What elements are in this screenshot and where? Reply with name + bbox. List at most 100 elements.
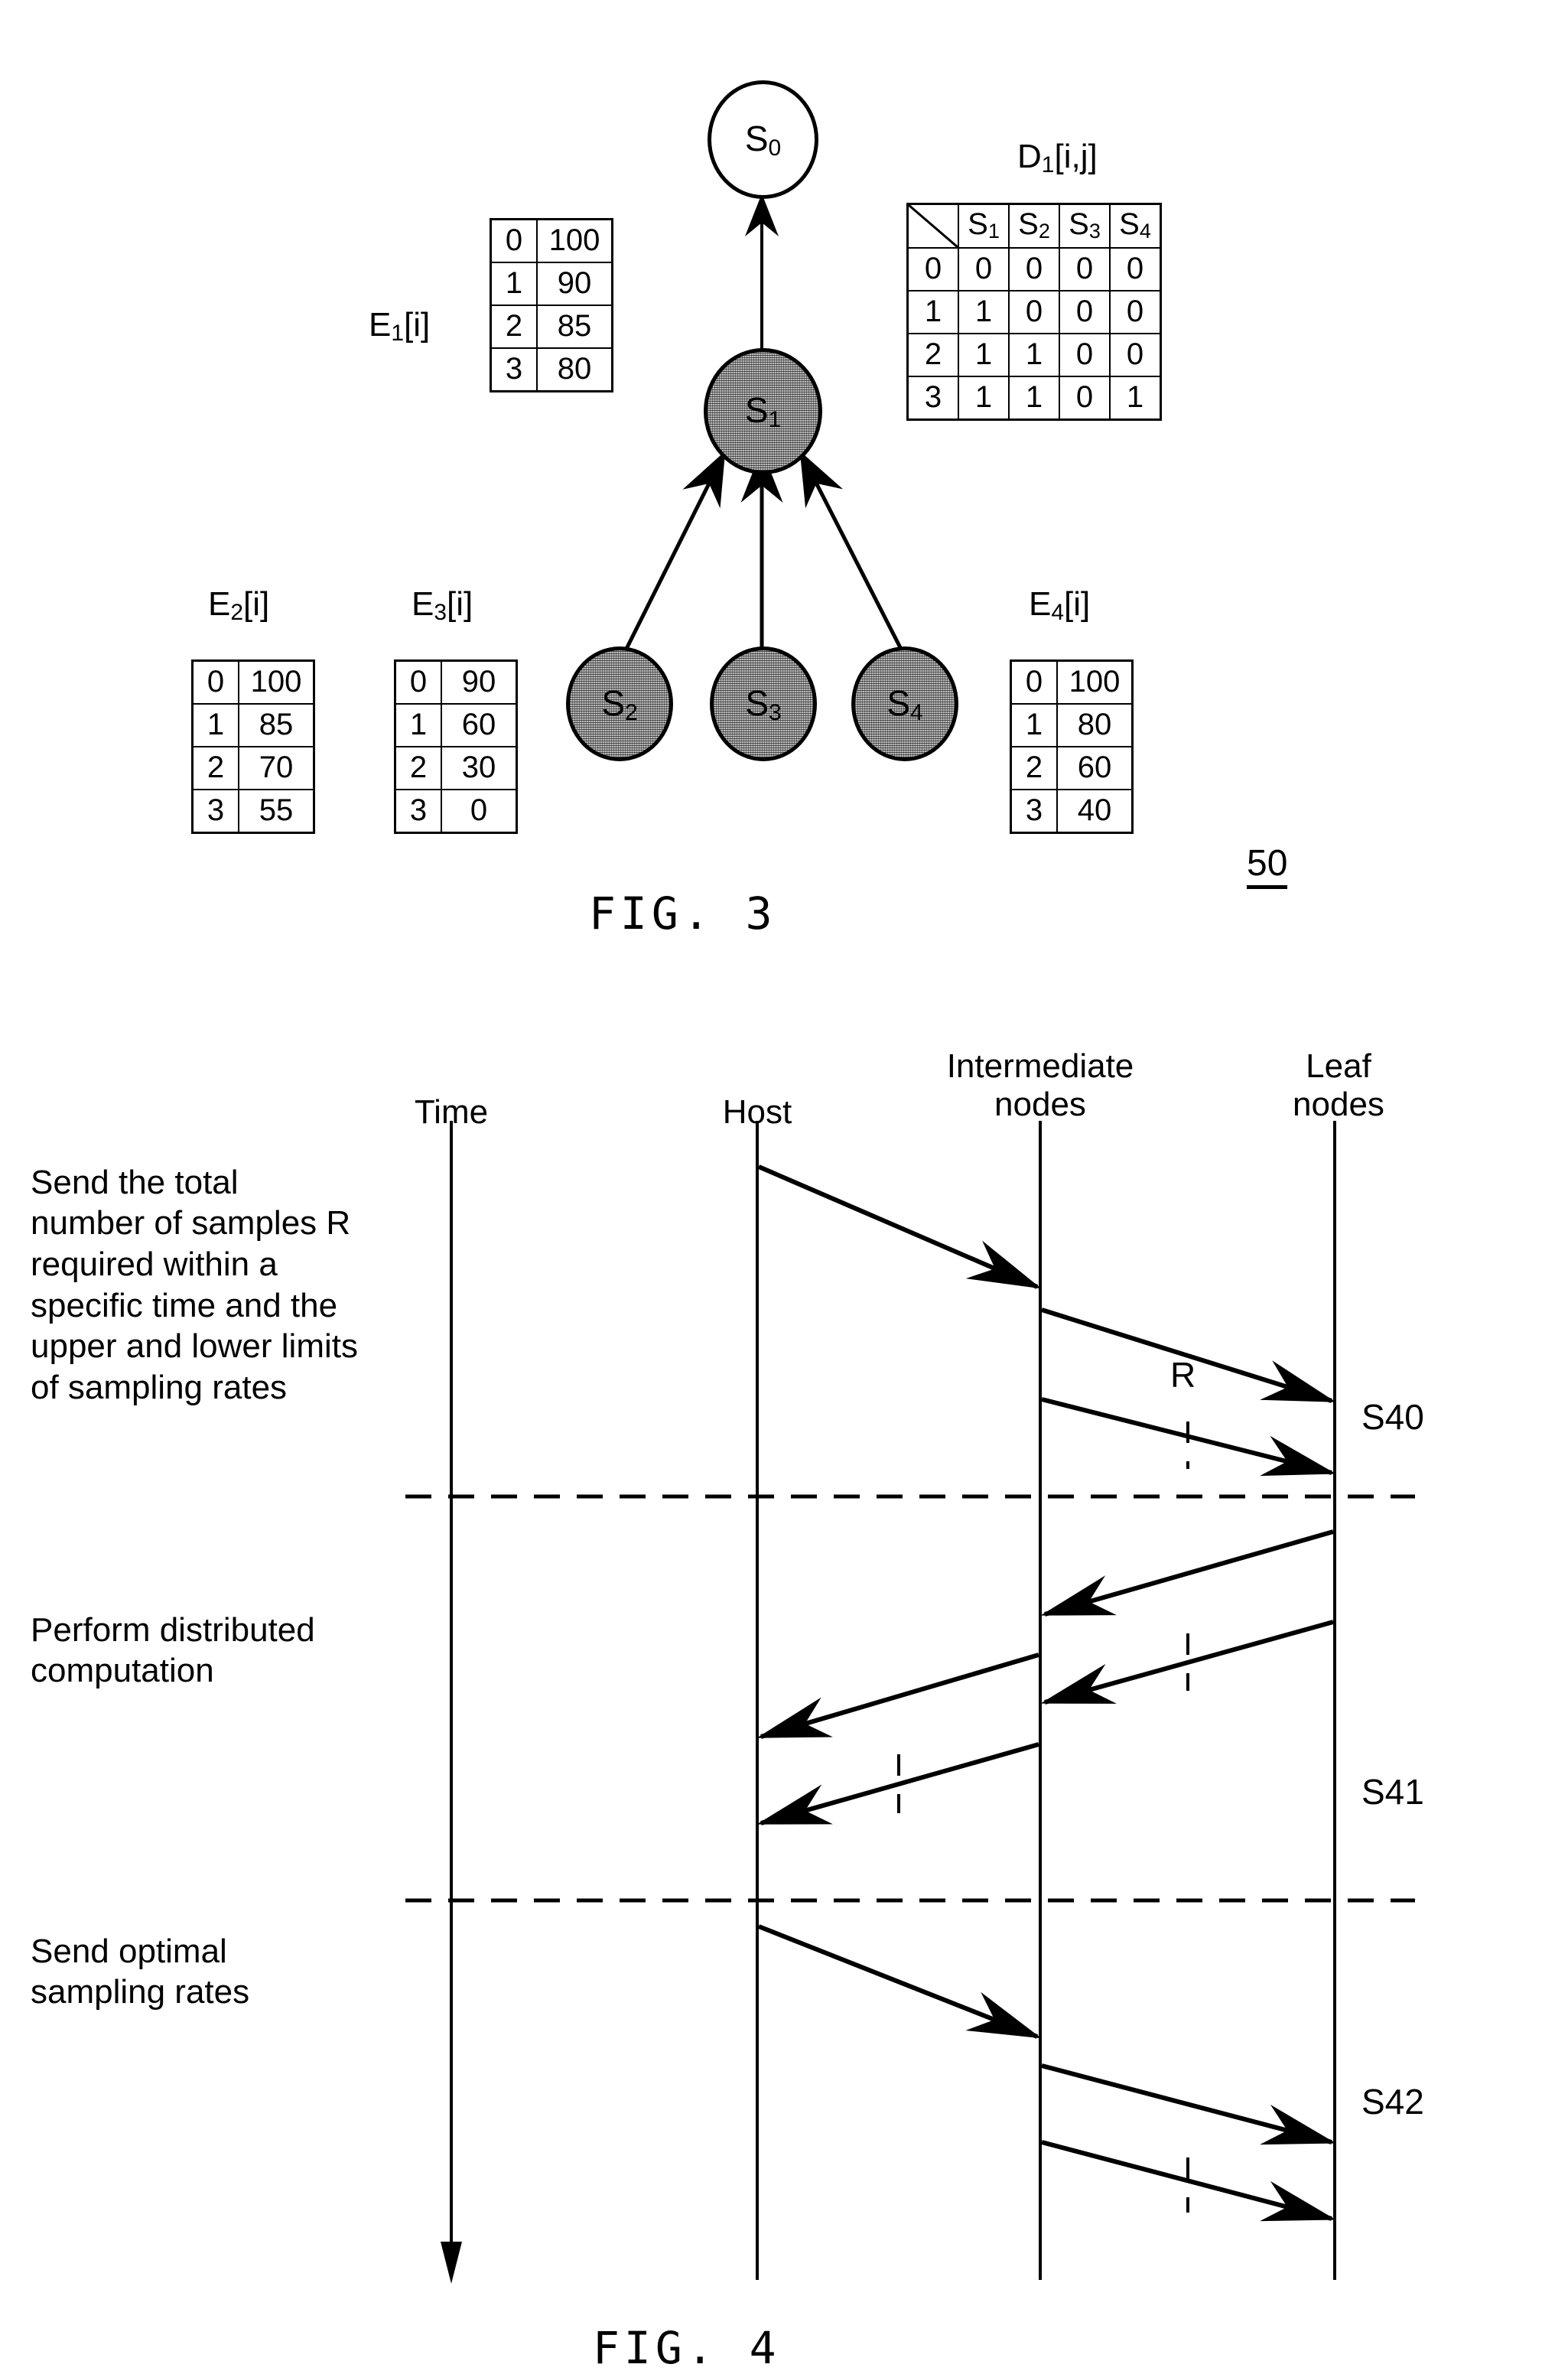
cell-value: 40 xyxy=(1056,789,1134,834)
cell-value: 60 xyxy=(441,703,518,747)
figure-3-caption-text: FIG. 3 xyxy=(589,887,777,940)
node-s1[interactable]: S1 xyxy=(704,348,822,474)
table-title-e2: E2[i] xyxy=(208,585,269,626)
matrix-cell: 1 xyxy=(1008,376,1060,421)
table-row: 2 85 xyxy=(490,304,613,349)
message-intermediate-to-leaf-1 xyxy=(1041,1307,1336,1403)
table-d1: S1 S2 S3 S4 0 0 0 0 0 1 1 0 0 0 2 1 1 0 … xyxy=(906,203,1162,421)
figure-3: E1[i] 0 100 1 90 2 85 3 80 D1[i,j] S1 S2… xyxy=(0,0,1568,979)
node-s2[interactable]: S2 xyxy=(566,646,673,761)
table-e3: 0 90 1 60 2 30 30 xyxy=(394,659,518,834)
cell-key: 3 xyxy=(1010,789,1058,834)
edge-s2-to-s1 xyxy=(619,451,726,661)
table-title-e3-base: E xyxy=(412,585,434,623)
matrix-cell: 0 xyxy=(1059,247,1111,291)
cell-value: 90 xyxy=(441,659,518,705)
table-row: 1 85 xyxy=(191,703,315,747)
matrix-cell: 0 xyxy=(958,247,1010,291)
figure-3-caption: FIG. 3 xyxy=(589,887,777,940)
matrix-cell: 1 xyxy=(1109,376,1162,421)
matrix-row-header: 3 xyxy=(906,376,959,421)
message-intermediate-to-host-1 xyxy=(756,1653,1039,1739)
table-row: 30 xyxy=(394,789,518,834)
col-header-base: S xyxy=(1018,207,1039,241)
cell-key: 3 xyxy=(394,789,442,834)
cell-value: 55 xyxy=(238,789,315,834)
table-title-e1-base: E xyxy=(369,306,392,344)
table-title-e4-sub: 4 xyxy=(1051,600,1065,625)
matrix-col-header: S2 xyxy=(1008,203,1060,249)
cell-value: 100 xyxy=(536,218,613,263)
reference-numeral-50: 50 xyxy=(1247,845,1288,889)
table-title-d1-sub: 1 xyxy=(1041,152,1055,177)
matrix-col-header: S3 xyxy=(1059,203,1111,249)
matrix-cell: 0 xyxy=(1059,333,1111,377)
table-row: 3 55 xyxy=(191,789,315,834)
table-title-d1: D1[i,j] xyxy=(1017,138,1098,178)
table-e1: 0 100 1 90 2 85 3 80 xyxy=(490,218,613,392)
node-s1-label: S1 xyxy=(744,390,782,432)
cell-value: 80 xyxy=(536,347,613,392)
matrix-cell: 0 xyxy=(1008,247,1060,291)
cell-key: 3 xyxy=(191,789,239,834)
message-host-to-intermediate-2 xyxy=(757,1924,1042,2039)
col-header-sub: 4 xyxy=(1139,220,1151,243)
cell-key: 1 xyxy=(394,703,442,747)
col-header-base: S xyxy=(1069,207,1089,241)
cell-value: 60 xyxy=(1056,746,1134,790)
node-s4[interactable]: S4 xyxy=(851,646,958,761)
cell-key: 1 xyxy=(191,703,239,747)
cell-key: 0 xyxy=(394,659,442,705)
table-title-e2-tail: [i] xyxy=(243,585,270,623)
cell-value: 0 xyxy=(441,789,518,834)
table-title-e3-sub: 3 xyxy=(434,600,447,625)
cell-key: 0 xyxy=(490,218,538,263)
diagonal-slash-icon xyxy=(909,205,958,247)
node-s3[interactable]: S3 xyxy=(710,646,817,761)
table-title-e1-tail: [i] xyxy=(404,306,431,344)
table-title-e1: E1[i] xyxy=(369,306,430,347)
table-title-e2-sub: 2 xyxy=(230,600,244,625)
matrix-cell: 0 xyxy=(1008,290,1060,334)
figure-4-caption: FIG. 4 xyxy=(593,2322,781,2374)
table-title-e3: E3[i] xyxy=(412,585,473,626)
table-row: 0 100 xyxy=(490,218,613,263)
edge-s4-to-s1 xyxy=(799,451,909,661)
table-title-e4-base: E xyxy=(1029,585,1052,623)
cell-key: 0 xyxy=(1010,659,1058,705)
matrix-cell: 1 xyxy=(958,290,1010,334)
cell-key: 3 xyxy=(490,347,538,392)
cell-key: 1 xyxy=(490,262,538,306)
time-arrowhead-icon xyxy=(441,2242,462,2284)
node-s2-label: S2 xyxy=(601,682,638,725)
table-e4: 0 100 1 80 2 60 3 40 xyxy=(1010,659,1134,834)
col-header-sub: 2 xyxy=(1038,220,1050,243)
table-title-e1-sub: 1 xyxy=(391,321,405,346)
figure-4: Time Host Intermediate nodes Leaf nodes … xyxy=(0,979,1568,2374)
node-s3-label: S3 xyxy=(745,682,782,725)
cell-value: 80 xyxy=(1056,703,1134,747)
table-row: 3 40 xyxy=(1010,789,1134,834)
node-s0[interactable]: S0 xyxy=(708,80,818,199)
cell-value: 85 xyxy=(536,304,613,349)
col-header-sub: 3 xyxy=(1088,220,1101,243)
table-row: 1 90 xyxy=(490,262,613,306)
message-leaf-to-intermediate-1 xyxy=(1040,1529,1334,1617)
matrix-cell: 1 xyxy=(958,333,1010,377)
cell-key: 2 xyxy=(394,746,442,790)
table-row: 2 70 xyxy=(191,746,315,790)
col-header-base: S xyxy=(968,207,988,241)
table-row: 0 100 xyxy=(1010,659,1134,705)
cell-key: 2 xyxy=(1010,746,1058,790)
col-header-sub: 1 xyxy=(987,220,1000,243)
table-row: 3 1 1 0 1 xyxy=(906,376,1162,421)
cell-key: 1 xyxy=(1010,703,1058,747)
matrix-row-header: 1 xyxy=(906,290,959,334)
table-title-e4-tail: [i] xyxy=(1064,585,1091,623)
node-s0-label: S0 xyxy=(744,119,782,161)
cell-value: 100 xyxy=(238,659,315,705)
table-title-e2-base: E xyxy=(208,585,231,623)
matrix-cell: 0 xyxy=(1109,333,1162,377)
cell-key: 0 xyxy=(191,659,239,705)
table-row: 0 0 0 0 0 xyxy=(906,247,1162,291)
